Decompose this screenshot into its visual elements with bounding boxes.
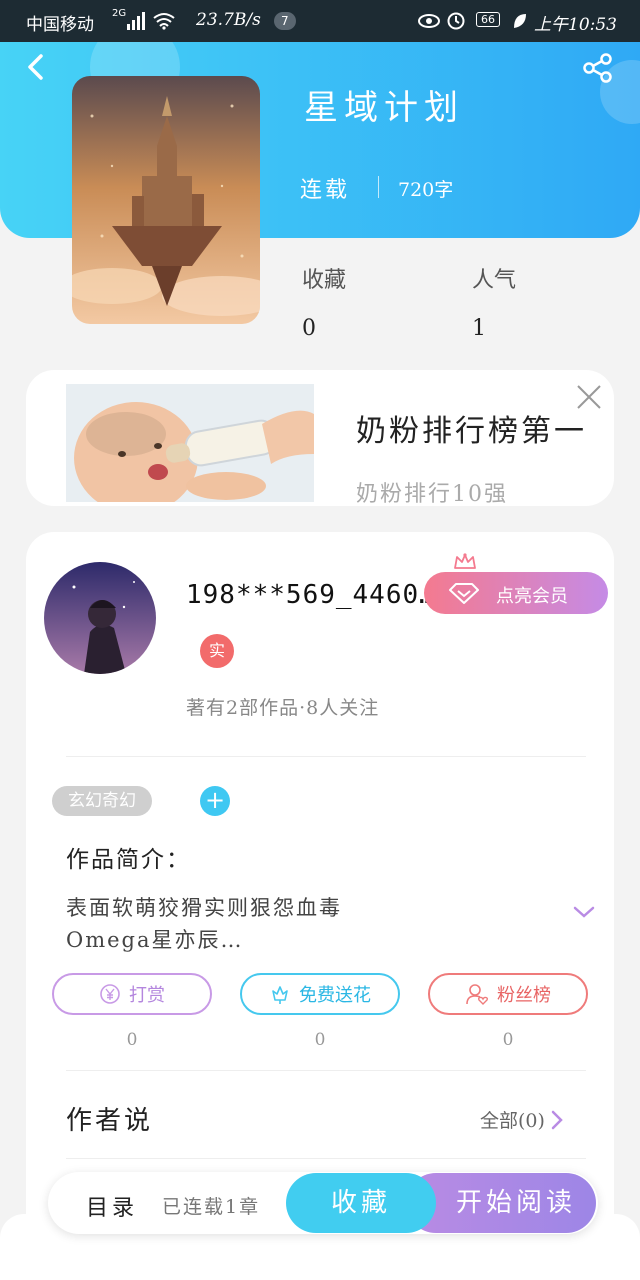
intro-line: Omega星亦辰… (66, 928, 244, 952)
tip-button[interactable]: 打赏 (52, 973, 212, 1015)
vip-button[interactable]: 点亮会员 (424, 572, 608, 614)
tip-button-label: 打赏 (129, 985, 165, 1006)
carrier-label: 中国移动 (26, 15, 94, 35)
stat-label-popularity: 人气 (472, 268, 517, 293)
word-count: 720字 (398, 179, 454, 201)
serial-status: 连载 (300, 178, 351, 203)
author-meta: 著有2部作品·8人关注 (186, 697, 380, 719)
user-heart-icon (466, 984, 489, 1005)
divider (66, 756, 586, 757)
ad-title[interactable]: 奶粉排行榜第一 (356, 406, 587, 450)
signal-icon (126, 12, 146, 35)
wifi-icon (152, 12, 176, 35)
add-tag-button[interactable]: + (200, 786, 230, 816)
ad-image[interactable] (66, 384, 314, 502)
alarm-icon (446, 10, 466, 35)
chevron-down-icon (573, 906, 595, 918)
vip-button-label: 点亮会员 (496, 586, 568, 607)
clock: 上午10:53 (534, 15, 617, 35)
expand-intro-button[interactable] (572, 904, 596, 924)
fan-count: 0 (502, 1030, 514, 1050)
network-speed: 23.7B/s (196, 10, 261, 30)
author-avatar[interactable] (44, 562, 156, 674)
author-say-title: 作者说 (66, 1106, 154, 1136)
fan-ranking-button[interactable]: 粉丝榜 (428, 973, 588, 1015)
favorite-button[interactable]: 收藏 (286, 1173, 436, 1233)
ad-subtitle[interactable]: 奶粉排行10强 (356, 476, 508, 508)
author-say-all-link[interactable]: 全部(0) (480, 1106, 563, 1133)
divider (378, 176, 379, 198)
battery-indicator: 66 (476, 12, 500, 27)
diamond-icon (448, 582, 480, 609)
verified-badge: 实 (200, 634, 234, 668)
leaf-icon (512, 12, 528, 35)
book-title: 星域计划 (304, 88, 464, 128)
fan-ranking-label: 粉丝榜 (497, 985, 551, 1006)
status-bar: 中国移动 2G 23.7B/s 7 66 上午10:53 (0, 0, 640, 42)
catalog-button[interactable]: 目录 (86, 1190, 138, 1222)
cover-image (72, 76, 260, 324)
book-cover[interactable] (72, 76, 260, 324)
divider (66, 1070, 586, 1071)
plus-icon: + (204, 786, 226, 814)
eye-icon (418, 12, 440, 35)
chevron-left-icon (28, 54, 43, 80)
share-button[interactable] (582, 52, 614, 88)
network-type: 2G (112, 8, 127, 19)
share-icon (583, 53, 612, 83)
flower-icon (272, 986, 288, 1004)
chapter-count[interactable]: 已连载1章 (162, 1192, 260, 1219)
yen-coin-icon (100, 984, 120, 1004)
genre-tag[interactable]: 玄幻奇幻 (52, 786, 152, 816)
back-button[interactable] (22, 52, 52, 86)
flower-count: 0 (314, 1030, 326, 1050)
notification-badge: 7 (274, 12, 296, 30)
intro-line: 表面软萌狡猾实则狠怨血毒 (66, 896, 342, 920)
send-flower-label: 免费送花 (299, 985, 371, 1006)
intro-label: 作品简介： (66, 847, 191, 873)
chevron-right-icon (551, 1110, 563, 1129)
intro-text: 表面软萌狡猾实则狠怨血毒 Omega星亦辰… (66, 892, 342, 956)
send-flower-button[interactable]: 免费送花 (240, 973, 400, 1015)
divider (66, 1158, 586, 1159)
stat-label-favorites: 收藏 (302, 268, 347, 293)
tip-count: 0 (126, 1030, 138, 1050)
author-name[interactable]: 198***569_4460… (186, 580, 436, 610)
all-link-label: 全部(0) (480, 1110, 545, 1132)
stat-value-favorites: 0 (302, 316, 316, 341)
stat-value-popularity: 1 (472, 316, 486, 341)
start-reading-label: 开始阅读 (455, 1188, 576, 1218)
